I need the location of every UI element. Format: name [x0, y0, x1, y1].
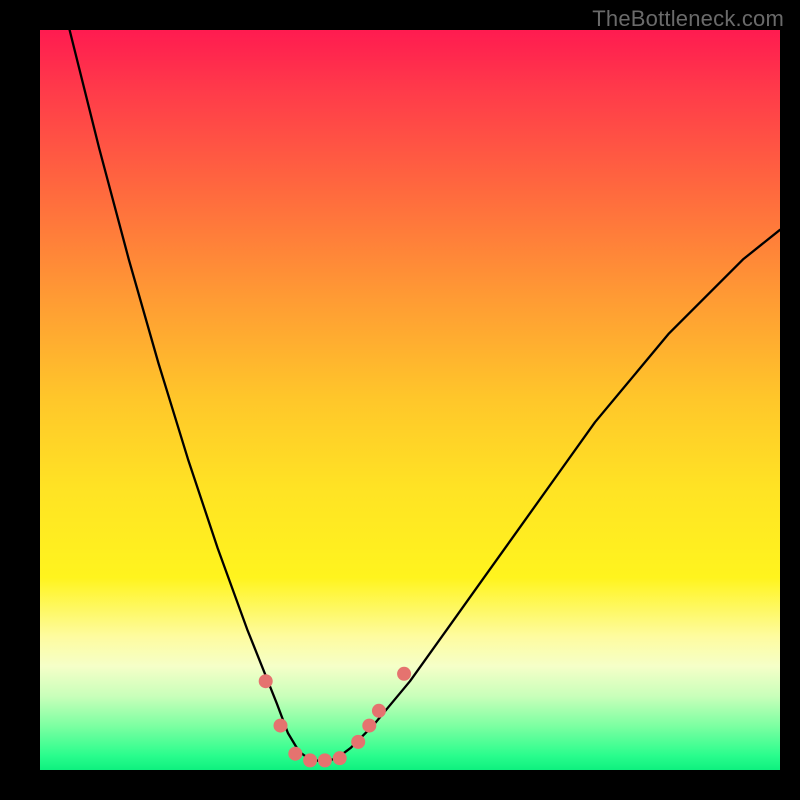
watermark-text: TheBottleneck.com [592, 6, 784, 32]
chart-svg [40, 30, 780, 770]
highlight-point [259, 674, 273, 688]
highlight-point [397, 667, 411, 681]
highlight-point [362, 719, 376, 733]
highlight-point [351, 735, 365, 749]
highlight-point [303, 753, 317, 767]
chart-frame: TheBottleneck.com [0, 0, 800, 800]
highlight-point [274, 719, 288, 733]
bottleneck-curve [70, 30, 780, 761]
highlight-point [318, 753, 332, 767]
highlight-point [288, 747, 302, 761]
highlight-point [372, 704, 386, 718]
highlight-point [333, 751, 347, 765]
chart-plot-area [40, 30, 780, 770]
